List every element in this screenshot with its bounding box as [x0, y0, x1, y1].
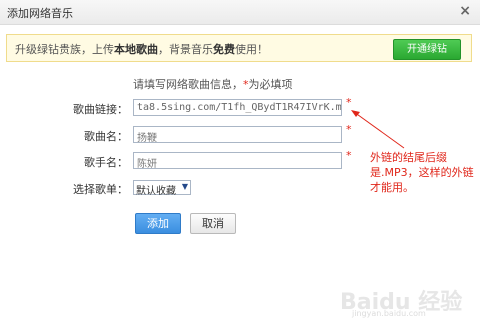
- annotation-note: 外链的结尾后缀是.MP3，这样的外链才能用。: [370, 151, 474, 194]
- baidu-watermark-url: jingyan.baidu.com: [352, 309, 426, 318]
